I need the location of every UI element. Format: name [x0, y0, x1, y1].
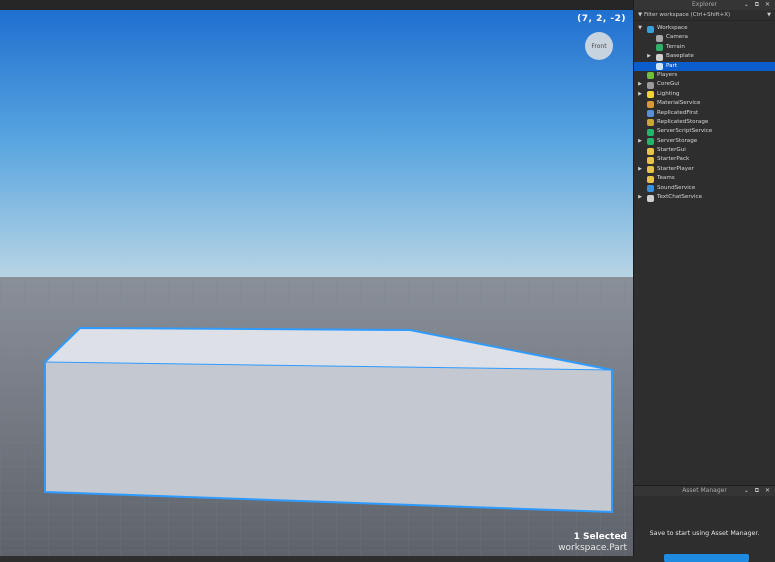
tree-item-label: Baseplate — [666, 53, 694, 60]
3d-viewport[interactable]: (7, 2, -2) Front 1 Selected workspace.Pa… — [0, 10, 633, 556]
players-icon — [647, 72, 654, 80]
starter-pack-icon — [647, 156, 654, 164]
tree-item-label: StarterPack — [657, 156, 690, 163]
tree-item[interactable]: MaterialService — [634, 99, 775, 108]
tree-item[interactable]: Terrain — [634, 43, 775, 52]
starter-gui-icon — [647, 147, 654, 155]
expand-arrow-icon[interactable]: ▶ — [637, 137, 643, 146]
selection-path: workspace.Part — [558, 543, 627, 553]
workspace-icon — [647, 25, 654, 33]
starter-player-icon — [647, 166, 654, 174]
tree-item[interactable]: ▶ ServerStorage — [634, 137, 775, 146]
tree-item-label: Players — [657, 71, 678, 78]
tree-item[interactable]: Teams — [634, 174, 775, 183]
tree-item-label: Teams — [657, 175, 675, 182]
expand-arrow-icon[interactable]: ▶ — [637, 90, 643, 99]
tree-item[interactable]: ▶ TextChatService — [634, 193, 775, 202]
camera-icon — [656, 34, 663, 42]
selection-info: 1 Selected workspace.Part — [558, 532, 627, 554]
tree-item-label: ServerStorage — [657, 137, 698, 144]
coregui-icon — [647, 81, 654, 89]
tree-item[interactable]: ▶ Lighting — [634, 90, 775, 99]
expand-arrow-icon[interactable]: ▶ — [637, 80, 643, 89]
view-cube[interactable]: Front — [585, 32, 613, 60]
panel-controls[interactable]: ⌄ ⧉ ✕ — [744, 0, 772, 10]
asset-manager-action-button[interactable] — [664, 554, 749, 562]
tree-item-label: Workspace — [657, 25, 688, 31]
tree-item-label: StarterPlayer — [657, 165, 694, 172]
tree-item-label: Part — [666, 62, 678, 69]
part-front-face[interactable] — [45, 362, 612, 512]
text-chat-service-icon — [647, 194, 654, 202]
server-script-service-icon — [647, 128, 654, 136]
sound-service-icon — [647, 185, 654, 193]
tree-item-label: ServerScriptService — [657, 128, 713, 135]
asset-manager-message: Save to start using Asset Manager. — [649, 530, 760, 537]
tree-item[interactable]: StarterPack — [634, 155, 775, 164]
tree-item-label: TextChatService — [657, 194, 703, 201]
teams-icon — [647, 175, 654, 183]
tree-item-label: Lighting — [657, 90, 680, 97]
asset-manager-header: Asset Manager ⌄ ⧉ ✕ — [634, 486, 775, 496]
scene — [0, 10, 633, 556]
tree-item[interactable]: ServerScriptService — [634, 127, 775, 136]
tree-item[interactable]: Players — [634, 71, 775, 80]
tree-item[interactable]: ▶ CoreGui — [634, 80, 775, 89]
tree-item[interactable]: ▼ Workspace — [634, 24, 775, 33]
explorer-panel: Explorer ⌄ ⧉ ✕ ▼ Filter workspace (Ctrl+… — [633, 0, 775, 483]
terrain-icon — [656, 44, 663, 52]
tree-item[interactable]: ▶ StarterPlayer — [634, 165, 775, 174]
tree-item[interactable]: SoundService — [634, 184, 775, 193]
tree-item[interactable]: ▶ Baseplate — [634, 52, 775, 61]
tree-item-label: ReplicatedFirst — [657, 109, 699, 116]
tree-item[interactable]: ReplicatedFirst — [634, 109, 775, 118]
replicated-first-icon — [647, 110, 654, 118]
replicated-storage-icon — [647, 119, 654, 127]
tree-item-label: Camera — [666, 34, 688, 41]
part-icon — [656, 63, 663, 71]
tree-item[interactable]: Part — [634, 61, 775, 71]
tree-item-label: ReplicatedStorage — [657, 118, 709, 125]
explorer-header: Explorer ⌄ ⧉ ✕ — [634, 0, 775, 10]
tree-item[interactable]: ReplicatedStorage — [634, 118, 775, 127]
tree-item-label: Terrain — [666, 43, 685, 50]
filter-input[interactable]: ▼ Filter workspace (Ctrl+Shift+X) ▼ — [634, 10, 775, 21]
asset-manager-title: Asset Manager — [682, 487, 727, 494]
expand-arrow-icon[interactable]: ▼ — [637, 24, 643, 33]
explorer-title: Explorer — [692, 1, 717, 8]
material-service-icon — [647, 100, 654, 108]
expand-arrow-icon[interactable]: ▶ — [637, 165, 643, 174]
tree-item-label: SoundService — [657, 184, 696, 191]
tree-item-label: MaterialService — [657, 100, 701, 107]
part-icon — [656, 53, 663, 61]
sky — [0, 10, 633, 277]
selection-count: 1 Selected — [573, 532, 627, 542]
expand-arrow-icon[interactable]: ▶ — [646, 52, 652, 61]
coordinate-readout: (7, 2, -2) — [577, 14, 626, 24]
expand-arrow-icon[interactable]: ▶ — [637, 193, 643, 202]
tree-item-label: StarterGui — [657, 147, 686, 154]
tree-item[interactable]: StarterGui — [634, 146, 775, 155]
lightbulb-icon — [647, 91, 654, 99]
tree-item[interactable]: Camera — [634, 33, 775, 42]
server-storage-icon — [647, 138, 654, 146]
filter-placeholder: Filter workspace (Ctrl+Shift+X) — [643, 12, 731, 18]
panel-controls[interactable]: ⌄ ⧉ ✕ — [744, 486, 772, 496]
asset-manager-panel: Asset Manager ⌄ ⧉ ✕ Save to start using … — [633, 485, 775, 562]
explorer-tree: ▼ Workspace Camera Terrain ▶ Baseplate Part Pla… — [634, 21, 775, 202]
tree-item-label: CoreGui — [657, 81, 680, 88]
chevron-down-icon[interactable]: ▼ — [767, 10, 771, 21]
top-bar — [0, 0, 633, 10]
